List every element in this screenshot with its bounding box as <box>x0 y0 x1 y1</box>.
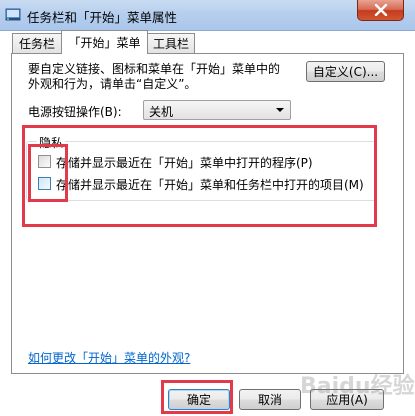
power-button-label: 电源按钮操作(B): <box>28 105 122 119</box>
cancel-button-label: 取消 <box>257 393 282 407</box>
window-title: 任务栏和「开始」菜单属性 <box>27 10 178 25</box>
power-button-value: 关机 <box>149 105 174 119</box>
cancel-button[interactable]: 取消 <box>239 389 301 410</box>
customize-button[interactable]: 自定义(C)... <box>306 61 385 82</box>
dialog-window: 任务栏和「开始」菜单属性 任务栏 「开始」菜单 工具栏 要自定义链接、图标和菜单… <box>0 0 415 416</box>
ok-button[interactable]: 确定 <box>168 389 230 410</box>
store-recent-programs-label[interactable]: 存储并显示最近在「开始」菜单中打开的程序(P) <box>56 154 313 171</box>
power-button-select[interactable]: 关机 <box>143 100 291 120</box>
taskbar-properties-icon <box>5 8 21 21</box>
privacy-legend: 隐私 <box>37 134 66 151</box>
store-recent-items-checkbox[interactable] <box>38 177 51 190</box>
tab-label: 「开始」菜单 <box>68 36 141 50</box>
store-recent-items-label[interactable]: 存储并显示最近在「开始」菜单和任务栏中打开的项目(M) <box>56 176 364 193</box>
apply-button-label: 应用(A) <box>326 393 368 407</box>
ok-button-label: 确定 <box>186 393 211 407</box>
tab-taskbar[interactable]: 任务栏 <box>12 33 62 53</box>
tab-label: 任务栏 <box>18 37 55 51</box>
close-button[interactable] <box>357 0 404 21</box>
tab-toolbars[interactable]: 工具栏 <box>147 33 195 53</box>
close-icon <box>374 4 387 16</box>
title-bar[interactable]: 任务栏和「开始」菜单属性 <box>0 0 415 31</box>
apply-button[interactable]: 应用(A) <box>310 389 384 410</box>
store-recent-programs-checkbox[interactable] <box>38 155 51 168</box>
help-link[interactable]: 如何更改「开始」菜单的外观? <box>28 349 190 366</box>
tab-label: 工具栏 <box>152 37 189 51</box>
customize-description: 要自定义链接、图标和菜单在「开始」菜单中的 外观和行为，请单击“自定义”。 <box>28 62 281 91</box>
tab-start-menu[interactable]: 「开始」菜单 <box>61 30 148 54</box>
customize-button-label: 自定义(C)... <box>312 65 379 79</box>
chevron-down-icon <box>276 108 284 112</box>
